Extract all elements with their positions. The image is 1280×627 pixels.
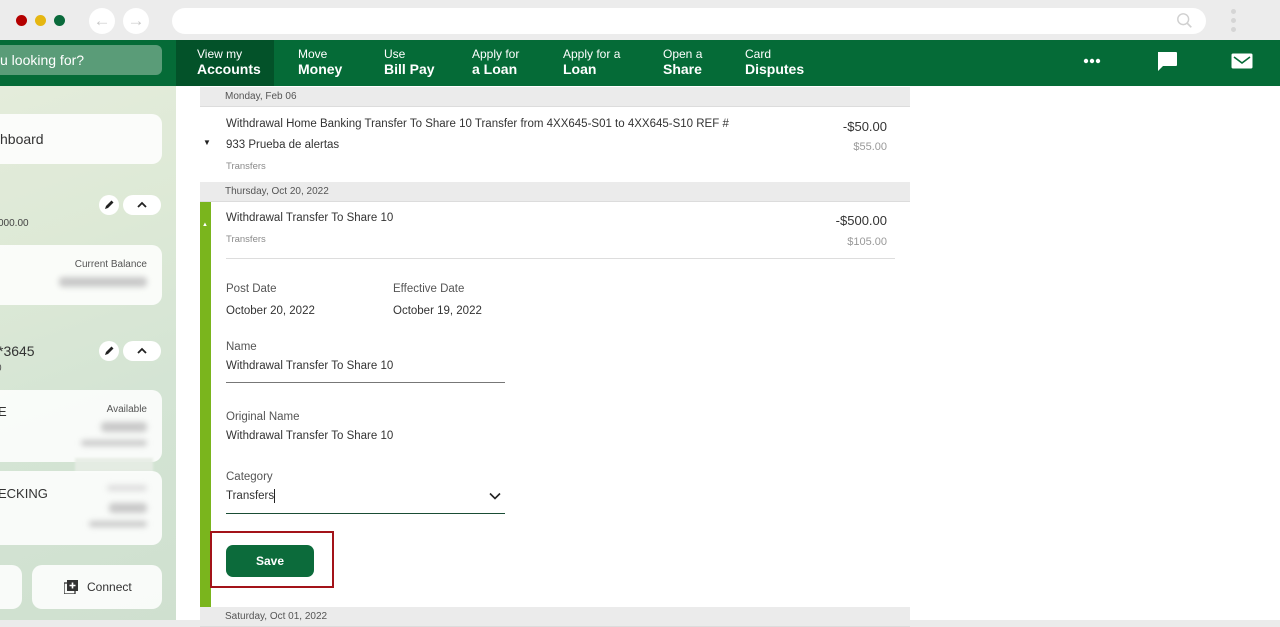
current-balance-label: Current Balance — [74, 259, 147, 270]
nav-item-line2: Loan — [563, 61, 597, 77]
minimize-window-button[interactable] — [35, 15, 46, 26]
effective-date-value: October 19, 2022 — [393, 305, 482, 317]
category-select[interactable]: Transfers — [226, 486, 505, 514]
name-input[interactable]: Withdrawal Transfer To Share 10 — [226, 356, 505, 383]
nav-view-accounts[interactable]: View my Accounts — [176, 40, 274, 86]
nav-open-share[interactable]: Open a Share — [663, 40, 702, 86]
nav-item-line1: Apply for — [472, 47, 520, 61]
date-header: Thursday, Oct 20, 2022 — [200, 182, 910, 202]
category-select-value: Transfers — [226, 490, 275, 502]
transaction-category: Transfers — [226, 234, 266, 245]
transaction-title-cont: 933 Prueba de alertas — [226, 139, 340, 151]
caret-up-icon[interactable]: ▲ — [202, 222, 208, 228]
hidden-balance — [109, 503, 147, 513]
pencil-icon — [105, 346, 114, 355]
nav-item-line1: View my — [197, 47, 243, 61]
nav-bill-pay[interactable]: Use Bill Pay — [384, 40, 435, 86]
group-account-number: *3645 — [0, 343, 35, 359]
sidebar-action-button[interactable] — [0, 565, 22, 609]
category-label: Category — [226, 471, 273, 483]
dashboard-button[interactable]: hboard — [0, 114, 162, 164]
hidden-label — [107, 485, 147, 491]
transaction-balance: $55.00 — [853, 141, 887, 153]
collapse-group-button[interactable] — [123, 195, 161, 215]
nav-card-disputes[interactable]: Card Disputes — [745, 40, 804, 86]
hidden-balance — [101, 422, 147, 432]
nav-move-money[interactable]: Move Money — [298, 40, 342, 86]
transaction-category: Transfers — [226, 161, 266, 172]
main-navigation: u looking for? View my Accounts Move Mon… — [0, 40, 1280, 86]
effective-date-label: Effective Date — [393, 283, 465, 295]
transaction-title: Withdrawal Transfer To Share 10 — [226, 212, 394, 224]
nav-item-line1: Use — [384, 47, 406, 61]
chat-icon[interactable] — [1156, 51, 1178, 72]
transaction-balance: $105.00 — [847, 236, 887, 248]
collapse-group-button[interactable] — [123, 341, 161, 361]
search-icon[interactable] — [1176, 12, 1194, 30]
nav-item-line2: Bill Pay — [384, 61, 435, 77]
hidden-balance — [59, 277, 147, 287]
nav-apply-loan[interactable]: Apply for a Loan — [472, 40, 519, 86]
name-input-value: Withdrawal Transfer To Share 10 — [226, 360, 394, 372]
arrow-right-icon[interactable]: → — [123, 8, 149, 34]
maximize-window-button[interactable] — [54, 15, 65, 26]
arrow-left-icon[interactable]: ← — [89, 8, 115, 34]
divider — [226, 258, 895, 259]
group-total: 000.00 — [0, 218, 29, 229]
nav-item-line2: Disputes — [745, 61, 805, 77]
nav-item-line2: a Loan — [472, 61, 518, 77]
sidebar: hboard 000.00 Current Balance *3645 0 E … — [0, 86, 176, 620]
blur-overlay — [75, 458, 153, 472]
hidden-detail — [81, 440, 147, 446]
connect-button[interactable]: Connect — [32, 565, 162, 609]
nav-item-line2: Share — [663, 61, 702, 77]
nav-item-line2: Accounts — [197, 61, 261, 77]
transaction-amount: -$500.00 — [835, 213, 887, 228]
account-card[interactable]: ECKING — [0, 471, 162, 545]
date-header: Monday, Feb 06 — [200, 87, 910, 107]
kebab-menu-icon[interactable] — [1228, 9, 1238, 35]
chevron-down-icon[interactable] — [489, 492, 501, 500]
post-date-value: October 20, 2022 — [226, 305, 315, 317]
account-name: E — [0, 404, 7, 419]
address-bar[interactable] — [172, 8, 1206, 34]
transaction-amount: -$50.00 — [842, 119, 887, 134]
account-card[interactable]: E Available — [0, 390, 162, 462]
chevron-up-icon — [137, 347, 147, 354]
date-header: Saturday, Oct 01, 2022 — [200, 607, 910, 627]
caret-down-icon[interactable]: ▼ — [203, 138, 211, 147]
mail-icon[interactable] — [1231, 53, 1253, 69]
post-date-label: Post Date — [226, 283, 277, 295]
available-label: Available — [106, 404, 147, 415]
highlight-box — [210, 531, 334, 588]
dashboard-label: hboard — [0, 131, 44, 147]
chevron-up-icon — [137, 201, 147, 208]
edit-group-button[interactable] — [99, 195, 119, 215]
nav-item-line1: Card — [745, 47, 772, 61]
account-name: ECKING — [0, 486, 48, 501]
account-card[interactable]: Current Balance — [0, 245, 162, 305]
add-box-icon — [64, 580, 78, 594]
search-input[interactable]: u looking for? — [0, 45, 162, 75]
more-icon[interactable] — [1083, 58, 1101, 64]
nav-apply-loan-2[interactable]: Apply for a Loan — [563, 40, 620, 86]
nav-item-line1: Move — [298, 47, 328, 61]
nav-item-line2: Money — [298, 61, 343, 77]
group-sub: 0 — [0, 363, 2, 374]
text-cursor — [274, 489, 275, 503]
nav-item-line1: Apply for a — [563, 47, 621, 61]
pencil-icon — [105, 200, 114, 209]
hidden-detail — [89, 521, 147, 527]
name-label: Name — [226, 341, 257, 353]
browser-chrome: ← → — [0, 0, 1280, 40]
nav-item-line1: Open a — [663, 47, 703, 61]
close-window-button[interactable] — [16, 15, 27, 26]
original-name-label: Original Name — [226, 411, 300, 423]
connect-label: Connect — [87, 580, 132, 594]
original-name-value: Withdrawal Transfer To Share 10 — [226, 430, 394, 442]
transactions-panel: Monday, Feb 06 ▼ Withdrawal Home Banking… — [176, 86, 1280, 627]
transaction-title: Withdrawal Home Banking Transfer To Shar… — [226, 118, 729, 130]
edit-group-button[interactable] — [99, 341, 119, 361]
